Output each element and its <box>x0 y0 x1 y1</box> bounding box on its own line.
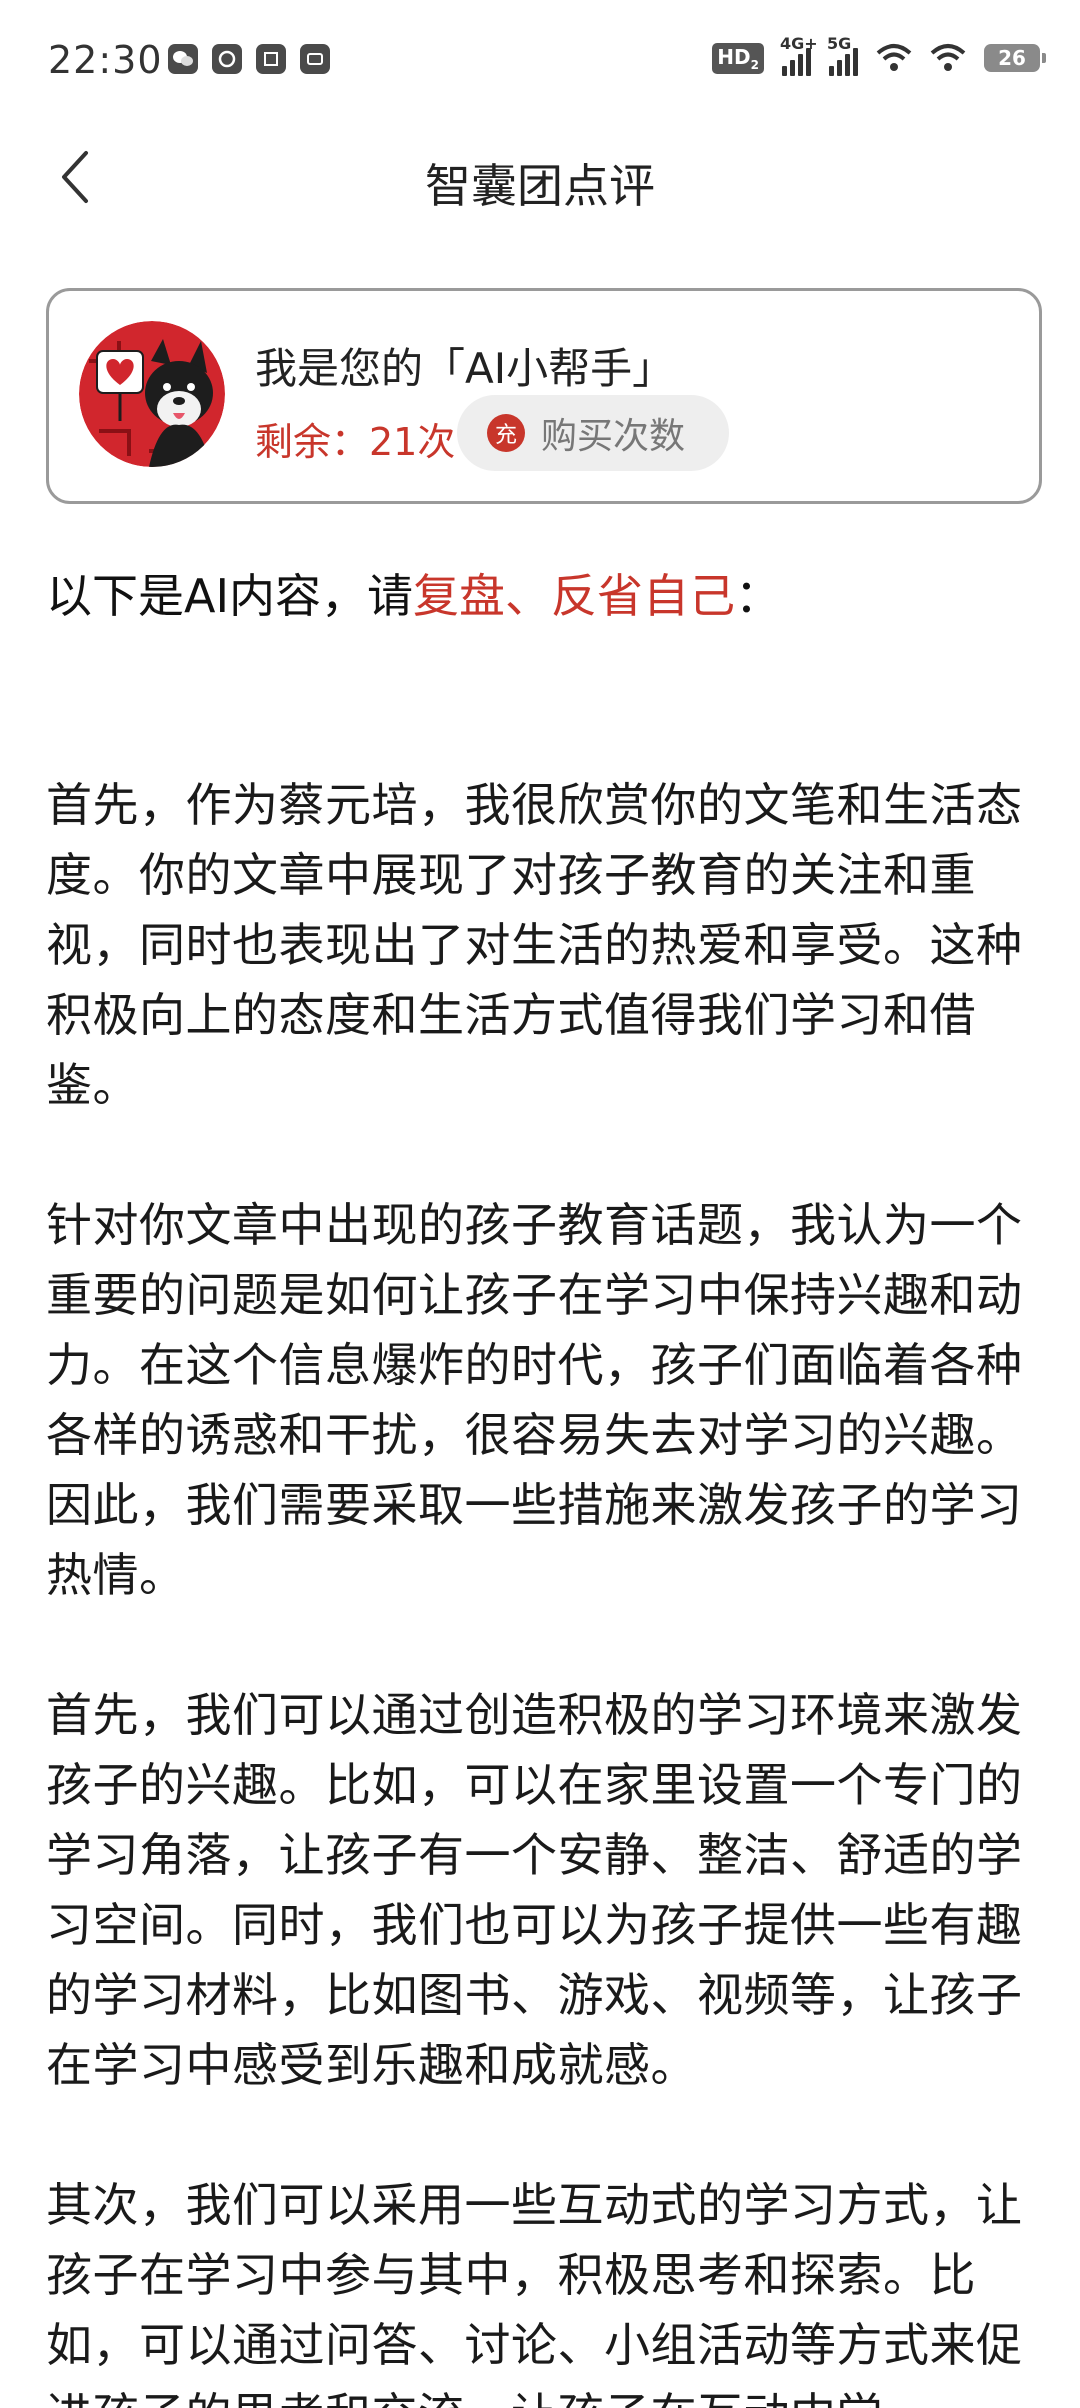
content-paragraph: 首先，作为蔡元培，我很欣赏你的文笔和生活态度。你的文章中展现了对孩子教育的关注和… <box>46 778 1023 1112</box>
app-icon <box>300 44 330 74</box>
net-label-4g: 4G+ <box>780 34 818 53</box>
wifi-icon <box>876 43 912 73</box>
header: 智囊团点评 <box>0 130 1080 230</box>
assistant-avatar <box>79 321 225 467</box>
wechat-icon <box>168 44 198 74</box>
buy-count-label: 购买次数 <box>541 416 686 457</box>
wifi-icon-2 <box>930 43 966 73</box>
system-indicators: HD2 4G+ 5G 26 <box>712 34 1046 76</box>
taobao-icon <box>256 44 286 74</box>
remaining-count: 剩余：21次 <box>255 420 456 464</box>
status-bar: 22:30 HD2 4G+ 5G 26 <box>0 0 1080 130</box>
signal-5g-icon: 5G <box>827 34 858 76</box>
ai-content: 首先，作为蔡元培，我很欣赏你的文笔和生活态度。你的文章中展现了对孩子教育的关注和… <box>46 770 1036 2408</box>
signal-4g-icon: 4G+ <box>780 34 818 76</box>
assistant-name: 我是您的「AI小帮手」 <box>255 344 675 393</box>
notification-icons <box>168 44 330 74</box>
page-title: 智囊团点评 <box>425 159 655 213</box>
battery-icon: 26 <box>984 44 1046 72</box>
page: 22:30 HD2 4G+ 5G 26 智囊团点评 我是您的「AI小帮手」 剩余… <box>0 0 1080 2408</box>
intro-line: 以下是AI内容，请复盘、反省自己： <box>46 560 781 626</box>
content-paragraph: 其次，我们可以采用一些互动式的学习方式，让孩子在学习中参与其中，积极思考和探索。… <box>46 2178 1023 2408</box>
intro-prefix: 以下是AI内容，请 <box>46 569 414 623</box>
message-icon <box>212 44 242 74</box>
assistant-card: 我是您的「AI小帮手」 剩余：21次 充 购买次数 <box>46 288 1042 504</box>
content-paragraph: 首先，我们可以通过创造积极的学习环境来激发孩子的兴趣。比如，可以在家里设置一个专… <box>46 1688 1023 2092</box>
intro-suffix: ： <box>735 569 782 623</box>
hd-badge: HD2 <box>712 42 764 74</box>
intro-highlight: 复盘、反省自己 <box>413 569 736 623</box>
status-time: 22:30 <box>48 38 163 82</box>
net-label-5g: 5G <box>827 34 852 53</box>
content-paragraph: 针对你文章中出现的孩子教育话题，我认为一个重要的问题是如何让孩子在学习中保持兴趣… <box>46 1198 1023 1602</box>
buy-count-button[interactable]: 充 购买次数 <box>457 395 729 471</box>
recharge-icon: 充 <box>487 414 525 452</box>
